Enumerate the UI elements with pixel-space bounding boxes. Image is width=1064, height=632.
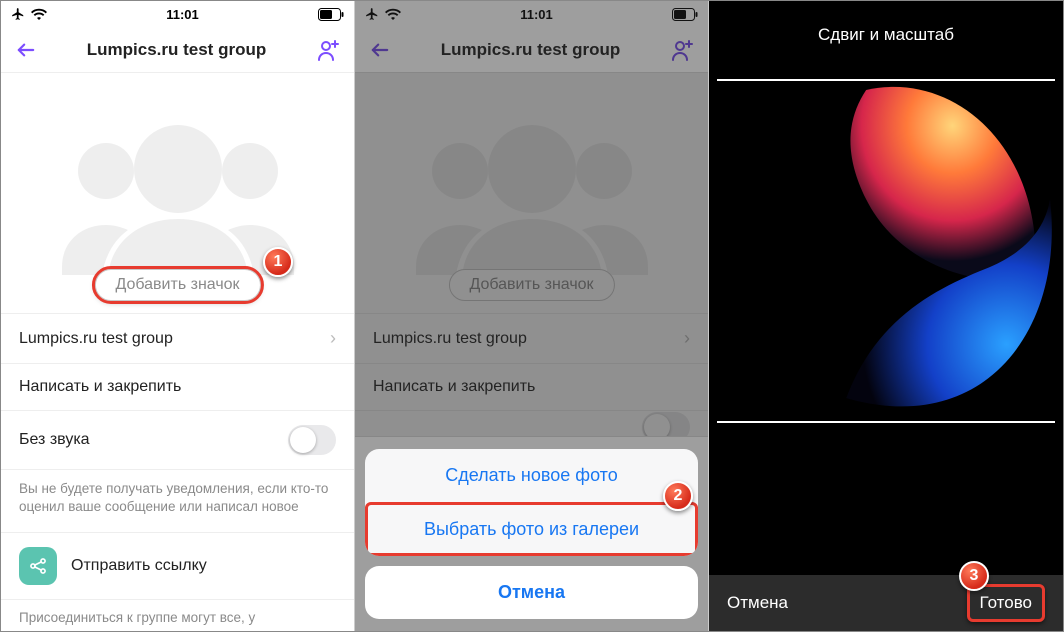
status-bar: 11:01 (355, 1, 708, 27)
row-label: Написать и закрепить (373, 378, 535, 396)
action-sheet: Сделать новое фото Выбрать фото из галер… (365, 449, 698, 619)
row-write-pin[interactable]: Написать и закрепить (1, 364, 354, 411)
sheet-cancel[interactable]: Отмена (365, 566, 698, 619)
callout-1: 1 (263, 247, 293, 277)
nav-header: Lumpics.ru test group (355, 27, 708, 73)
wallpaper-image (717, 408, 1055, 423)
crop-title: Сдвиг и масштаб (709, 1, 1063, 79)
group-avatar-area: Добавить значок 1 (1, 73, 354, 313)
row-mute-partial[interactable] (355, 411, 708, 437)
wifi-icon (385, 8, 401, 20)
status-time: 11:01 (166, 7, 199, 22)
row-write-pin[interactable]: Написать и закрепить (355, 364, 708, 411)
mute-note: Вы не будете получать уведомления, если … (1, 470, 354, 533)
add-user-icon[interactable] (316, 39, 340, 61)
row-label: Lumpics.ru test group (373, 330, 527, 348)
battery-icon (672, 8, 698, 21)
crop-frame[interactable] (717, 79, 1055, 423)
screen-crop: Сдвиг и масштаб (709, 1, 1063, 631)
nav-header: Lumpics.ru test group (1, 27, 354, 73)
add-icon-button[interactable]: Добавить значок (448, 269, 614, 301)
callout-3: 3 (959, 561, 989, 591)
sheet-choose-gallery[interactable]: Выбрать фото из галереи (365, 502, 698, 556)
row-mute[interactable]: Без звука (1, 411, 354, 470)
wifi-icon (31, 8, 47, 20)
callout-2: 2 (663, 481, 693, 511)
row-label: Lumpics.ru test group (19, 330, 173, 348)
mute-toggle[interactable] (642, 412, 690, 438)
row-group-name[interactable]: Lumpics.ru test group › (1, 313, 354, 364)
action-sheet-options: Сделать новое фото Выбрать фото из галер… (365, 449, 698, 556)
chevron-right-icon: › (330, 328, 336, 349)
screen-settings: 11:01 Lumpics.ru test group (1, 1, 355, 631)
row-label: Без звука (19, 431, 90, 449)
row-share-link[interactable]: Отправить ссылку (1, 533, 354, 600)
page-title: Lumpics.ru test group (87, 40, 266, 60)
row-group-name[interactable]: Lumpics.ru test group › (355, 313, 708, 364)
cutoff-text: Присоединиться к группе могут все, у (1, 600, 354, 625)
screen-action-sheet: 11:01 Lumpics.ru test group (355, 1, 709, 631)
chevron-right-icon: › (684, 328, 690, 349)
airplane-icon (11, 7, 25, 21)
group-avatar-area: Добавить значок (355, 73, 708, 313)
row-label: Написать и закрепить (19, 378, 181, 396)
crop-toolbar: Отмена Готово (709, 575, 1063, 631)
add-icon-button[interactable]: Добавить значок (94, 269, 260, 301)
mute-toggle[interactable] (288, 425, 336, 455)
back-icon[interactable] (369, 41, 391, 59)
battery-icon (318, 8, 344, 21)
airplane-icon (365, 7, 379, 21)
sheet-take-photo[interactable]: Сделать новое фото (365, 449, 698, 502)
status-time: 11:01 (520, 7, 553, 22)
group-placeholder-icon (402, 91, 662, 296)
row-label: Отправить ссылку (71, 557, 207, 575)
crop-cancel-button[interactable]: Отмена (727, 593, 788, 613)
page-title: Lumpics.ru test group (441, 40, 620, 60)
back-icon[interactable] (15, 41, 37, 59)
status-bar: 11:01 (1, 1, 354, 27)
share-icon (19, 547, 57, 585)
add-user-icon[interactable] (670, 39, 694, 61)
